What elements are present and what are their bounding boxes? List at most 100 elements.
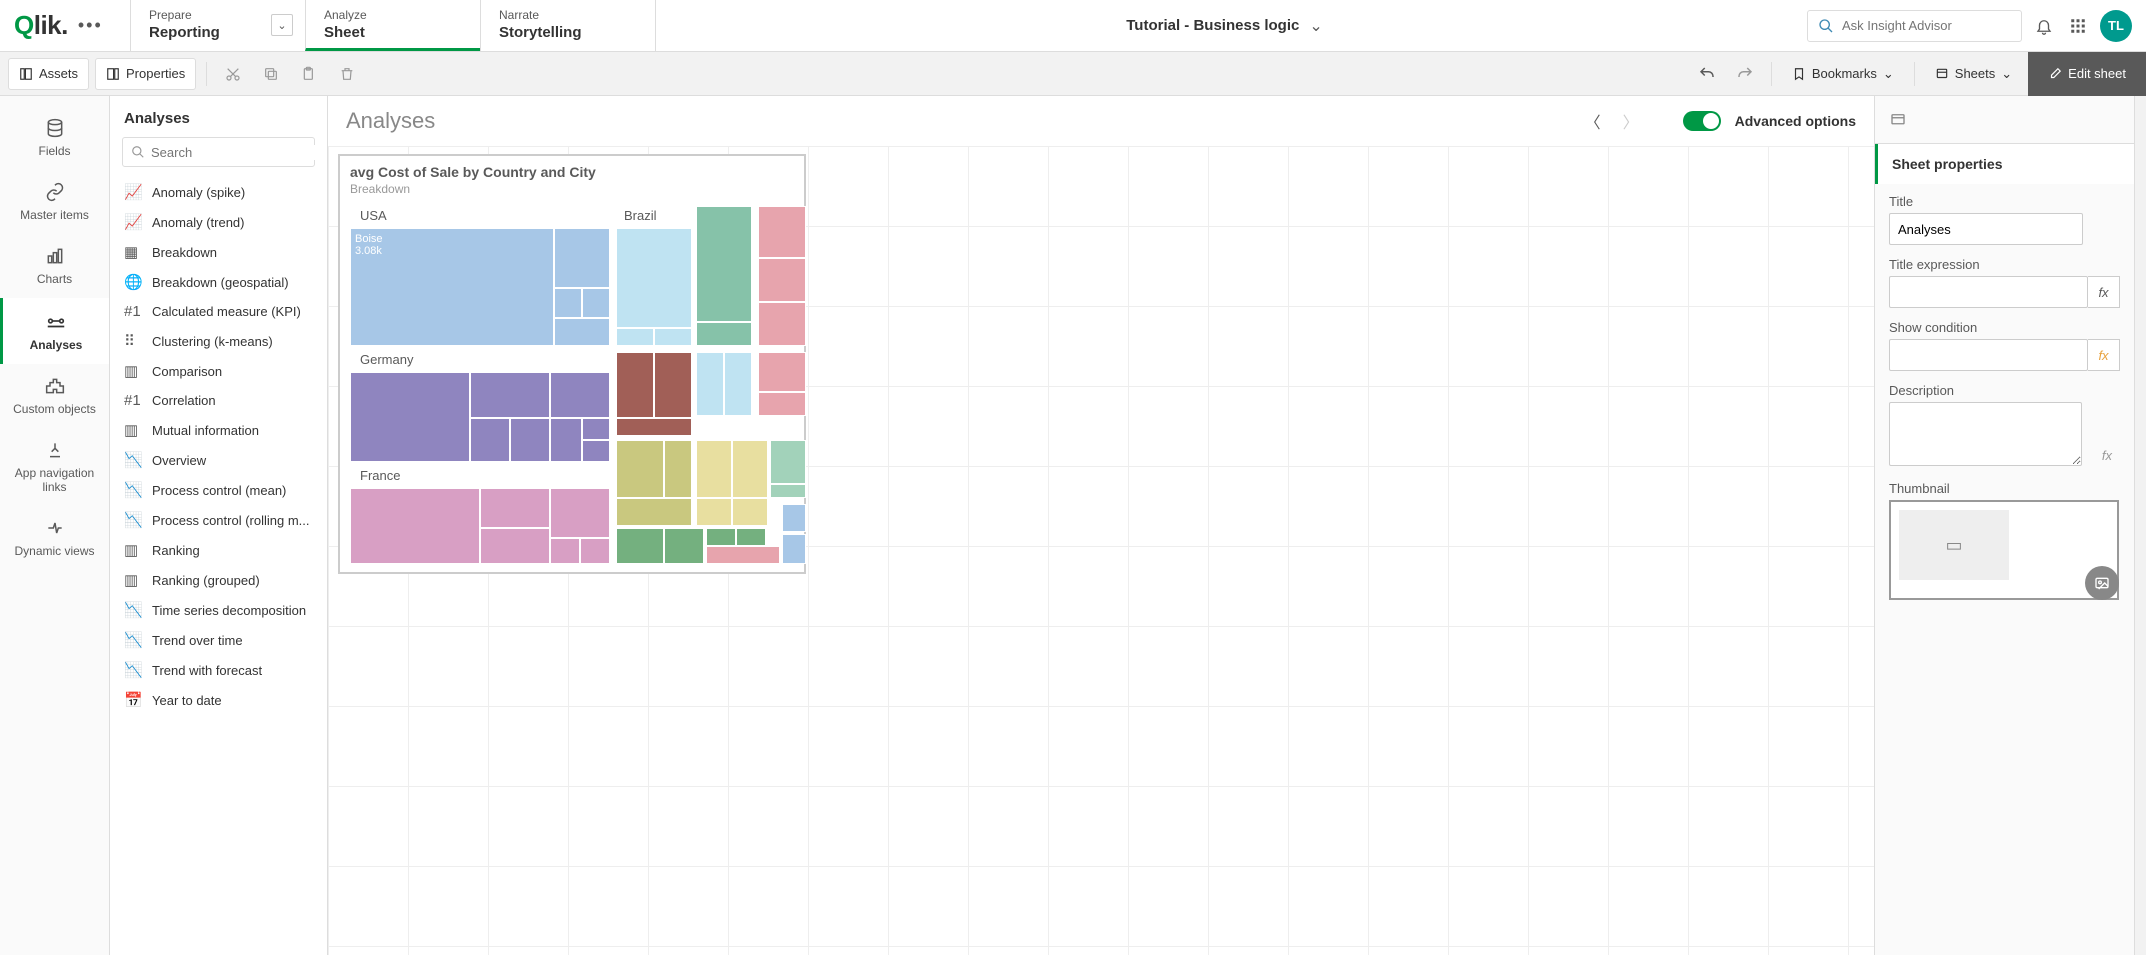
undo-icon[interactable] <box>1691 58 1723 90</box>
treemap-cell[interactable] <box>470 418 510 462</box>
list-item[interactable]: #1Correlation <box>110 386 327 415</box>
list-item[interactable]: 📉Trend over time <box>110 625 327 655</box>
list-item[interactable]: 📈Anomaly (trend) <box>110 207 327 237</box>
treemap-cell[interactable] <box>616 228 692 328</box>
scrollbar[interactable] <box>2134 96 2146 955</box>
treemap-cell[interactable] <box>758 258 806 302</box>
treemap-cell[interactable] <box>758 206 806 258</box>
treemap-cell[interactable] <box>616 352 654 418</box>
treemap-cell[interactable] <box>470 372 550 418</box>
treemap-cell[interactable] <box>554 318 610 346</box>
treemap-cell[interactable] <box>350 488 480 564</box>
treemap-cell[interactable] <box>616 418 692 436</box>
description-input[interactable] <box>1889 402 2082 466</box>
upload-image-icon[interactable] <box>2085 566 2119 600</box>
treemap-cell[interactable] <box>736 528 766 546</box>
treemap-cell[interactable] <box>582 418 610 440</box>
thumbnail-box[interactable]: ▭ <box>1889 500 2119 600</box>
treemap-cell[interactable] <box>510 418 550 462</box>
treemap-cell[interactable] <box>550 488 610 538</box>
fx-icon[interactable]: fx <box>2102 448 2112 463</box>
treemap-cell[interactable] <box>616 440 664 498</box>
treemap-cell[interactable] <box>696 206 752 322</box>
list-item[interactable]: 📉Process control (mean) <box>110 475 327 505</box>
treemap-cell[interactable] <box>696 352 724 416</box>
bookmarks-button[interactable]: Bookmarks ⌄ <box>1782 58 1904 90</box>
treemap-cell[interactable] <box>696 322 752 346</box>
insight-search[interactable] <box>1807 10 2022 42</box>
show-condition-input[interactable] <box>1889 339 2088 371</box>
treemap-cell[interactable] <box>554 228 610 288</box>
rail-analyses[interactable]: Analyses <box>0 298 109 364</box>
analyses-search-input[interactable] <box>151 145 327 160</box>
list-item[interactable]: ▥Comparison <box>110 356 327 386</box>
list-item[interactable]: ▥Ranking (grouped) <box>110 565 327 595</box>
fx-button[interactable]: fx <box>2088 339 2120 371</box>
list-item[interactable]: 📅Year to date <box>110 685 327 715</box>
insight-search-input[interactable] <box>1842 18 2018 33</box>
treemap-cell[interactable] <box>580 538 610 564</box>
treemap-cell[interactable]: Boise3.08k <box>350 228 554 346</box>
prev-sheet-icon[interactable]: 〈 <box>1581 105 1605 137</box>
rail-fields[interactable]: Fields <box>0 106 109 170</box>
nav-analyze[interactable]: Analyze Sheet <box>305 0 480 51</box>
list-item[interactable]: 📉Trend with forecast <box>110 655 327 685</box>
treemap-cell[interactable] <box>770 484 806 498</box>
treemap-cell[interactable] <box>732 440 768 498</box>
redo-icon[interactable] <box>1729 58 1761 90</box>
treemap-cell[interactable] <box>758 352 806 392</box>
treemap-cell[interactable] <box>550 538 580 564</box>
rail-dynamic-views[interactable]: Dynamic views <box>0 506 109 570</box>
app-menu-icon[interactable]: ••• <box>78 15 103 36</box>
treemap-cell[interactable] <box>616 498 692 526</box>
treemap-cell[interactable] <box>696 498 732 526</box>
list-item[interactable]: ▥Ranking <box>110 535 327 565</box>
treemap-cell[interactable] <box>550 418 582 462</box>
paste-icon[interactable] <box>293 58 325 90</box>
list-item[interactable]: ⠿Clustering (k-means) <box>110 326 327 356</box>
treemap-cell[interactable] <box>550 372 610 418</box>
list-item[interactable]: 📉Time series decomposition <box>110 595 327 625</box>
treemap-cell[interactable] <box>758 392 806 416</box>
advanced-toggle[interactable] <box>1683 111 1721 131</box>
list-item[interactable]: ▦Breakdown <box>110 237 327 267</box>
treemap-cell[interactable] <box>770 440 806 484</box>
treemap-cell[interactable] <box>664 440 692 498</box>
treemap-cell[interactable] <box>758 302 806 346</box>
rail-nav-links[interactable]: App navigation links <box>0 428 109 506</box>
analyses-search[interactable] <box>122 137 315 167</box>
treemap-cell[interactable] <box>664 528 704 564</box>
treemap-cell[interactable] <box>350 372 470 462</box>
treemap-cell[interactable] <box>582 288 610 318</box>
chevron-down-icon[interactable]: ⌄ <box>1309 16 1322 36</box>
bell-icon[interactable] <box>2032 14 2056 38</box>
grid-apps-icon[interactable] <box>2066 14 2090 38</box>
treemap-cell[interactable] <box>480 488 550 528</box>
assets-button[interactable]: Assets <box>8 58 89 90</box>
treemap-cell[interactable] <box>706 528 736 546</box>
treemap-cell[interactable] <box>782 504 806 532</box>
treemap-cell[interactable] <box>480 528 550 564</box>
rail-custom-objects[interactable]: Custom objects <box>0 364 109 428</box>
list-item[interactable]: 📉Overview <box>110 445 327 475</box>
treemap-cell[interactable] <box>654 352 692 418</box>
cut-icon[interactable] <box>217 58 249 90</box>
treemap-cell[interactable] <box>616 528 664 564</box>
treemap-chart[interactable]: avg Cost of Sale by Country and City Bre… <box>338 154 806 574</box>
title-input[interactable] <box>1889 213 2083 245</box>
treemap-cell[interactable] <box>582 440 610 462</box>
delete-icon[interactable] <box>331 58 363 90</box>
treemap-cell[interactable] <box>616 328 654 346</box>
rail-master-items[interactable]: Master items <box>0 170 109 234</box>
nav-narrate[interactable]: Narrate Storytelling <box>480 0 655 51</box>
next-sheet-icon[interactable]: 〉 <box>1619 105 1643 137</box>
title-expression-input[interactable] <box>1889 276 2088 308</box>
nav-prepare[interactable]: Prepare Reporting ⌄ <box>130 0 305 51</box>
rail-charts[interactable]: Charts <box>0 234 109 298</box>
treemap-cell[interactable] <box>654 328 692 346</box>
treemap-cell[interactable] <box>782 534 806 564</box>
list-item[interactable]: #1Calculated measure (KPI) <box>110 297 327 326</box>
list-item[interactable]: ▥Mutual information <box>110 415 327 445</box>
list-item[interactable]: 🌐Breakdown (geospatial) <box>110 267 327 297</box>
treemap-cell[interactable] <box>724 352 752 416</box>
